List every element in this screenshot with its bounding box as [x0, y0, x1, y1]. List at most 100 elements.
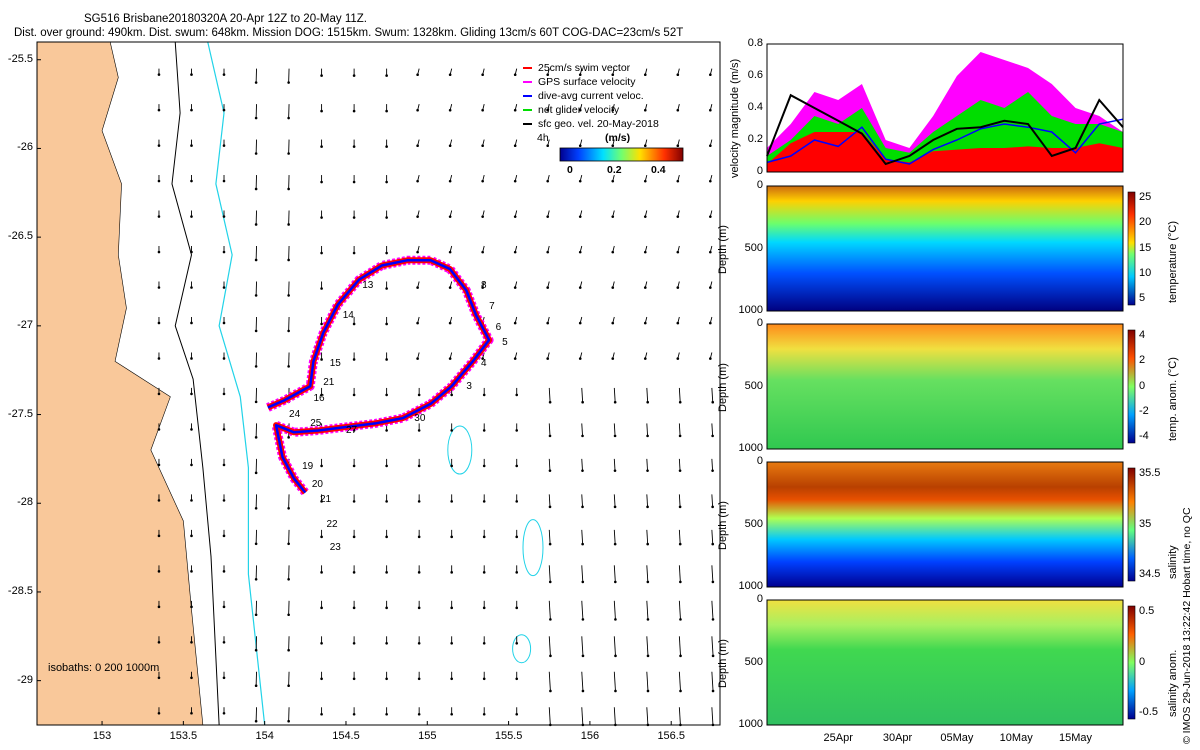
geo-arrow-head [352, 180, 356, 184]
geo-arrow-head [417, 535, 421, 539]
geo-arrow-head [385, 641, 388, 645]
date-tick-2: 05May [940, 732, 974, 744]
geo-arrow-head [385, 216, 388, 219]
track-label-0: 13 [362, 279, 374, 291]
geo-arrow-head [549, 689, 552, 693]
geo-arrow-head [581, 434, 584, 438]
geo-arrow-head [254, 152, 258, 155]
geo-arrow-head [448, 144, 452, 147]
geo-arrow-head [157, 321, 161, 325]
geo-arrow-head [481, 108, 484, 112]
velocity-ytick-3: 0.6 [747, 69, 763, 81]
depth-tick-1-1: 500 [744, 379, 763, 392]
geo-arrow-head [709, 321, 712, 325]
velocity-ytick-1: 0.2 [747, 133, 763, 145]
colorbar-tick-2-0: 35.5 [1139, 467, 1161, 479]
geo-arrow-head [222, 392, 226, 396]
legend-dac-swatch [523, 95, 532, 98]
geo-arrow-head [548, 469, 552, 472]
geo-arrow-head [450, 677, 453, 681]
geo-arrow-head [287, 436, 290, 439]
geo-arrow-head [254, 648, 258, 652]
geo-arrow-head [157, 711, 161, 715]
date-tick-4: 15May [1059, 732, 1093, 744]
geo-arrow-head [548, 580, 552, 584]
geo-arrow-head [711, 469, 714, 472]
colorbar-label-1: temp. anom. (°C) [1167, 357, 1179, 441]
geo-arrow-head [222, 321, 226, 325]
geo-arrow-head [222, 73, 226, 76]
track-label-2: 15 [329, 357, 341, 369]
geo-arrow-head [711, 580, 715, 584]
colorbar-3 [1127, 605, 1136, 720]
colorbar-2 [1127, 467, 1136, 582]
geo-arrow-head [190, 570, 193, 573]
legend-scale-tick-2: 0.4 [651, 164, 666, 176]
track-label-18: 22 [326, 519, 338, 531]
geo-arrow-head [643, 179, 647, 183]
geo-arrow-head [385, 571, 388, 574]
geo-arrow-head [482, 464, 486, 468]
geo-arrow-head [678, 542, 682, 546]
geo-arrow-head [222, 286, 226, 289]
geo-arrow-head [581, 580, 585, 584]
geo-arrow-head [678, 469, 682, 472]
geo-arrow-head [646, 505, 649, 509]
geo-arrow-head [320, 606, 323, 610]
geo-arrow-head [352, 109, 356, 113]
geo-arrow-head [352, 712, 356, 716]
geo-arrow-head [709, 250, 712, 254]
map-xtick-4: 155 [418, 730, 437, 742]
geo-arrow-head [548, 542, 552, 546]
geo-arrow-head [385, 606, 388, 610]
geo-arrow-head [611, 215, 615, 218]
geo-arrow-head [676, 179, 680, 183]
colorbar-label-0: temperature (°C) [1167, 220, 1179, 303]
map-ytick-6: -28.5 [7, 584, 33, 597]
geo-arrow-head [190, 711, 193, 715]
geo-arrow-head [190, 357, 193, 360]
geo-arrow-head [320, 180, 323, 184]
geo-arrow-head [417, 677, 421, 681]
geo-arrow-head [450, 571, 453, 574]
track-label-10: 4 [480, 357, 487, 369]
geo-arrow-head [676, 286, 680, 289]
geo-arrow-head [222, 215, 226, 218]
legend-swim-label: 25cm/s swim vector [538, 62, 631, 74]
geo-arrow-head [190, 144, 193, 147]
map-xtick-1: 153.5 [169, 730, 198, 742]
geo-arrow-head [157, 676, 161, 680]
depth-tick-0-2: 1000 [738, 304, 763, 316]
geo-arrow-head [287, 648, 290, 652]
geo-arrow-head [646, 654, 650, 658]
geo-arrow-head [611, 321, 615, 325]
geo-arrow-head [709, 179, 712, 183]
geo-arrow-head [448, 321, 452, 325]
geo-arrow-head [320, 109, 323, 113]
geo-arrow-head [450, 429, 453, 432]
geo-arrow-head [417, 393, 421, 397]
geo-arrow-head [157, 250, 161, 254]
geo-arrow-head [157, 463, 161, 467]
geo-arrow-head [711, 505, 714, 509]
geo-arrow-head [385, 500, 388, 503]
geo-arrow-head [709, 215, 712, 218]
geo-arrow-head [416, 108, 419, 112]
geo-arrow-head [581, 654, 585, 658]
map-xtick-7: 156.5 [657, 730, 685, 742]
legend-gps: GPS surface velocity [523, 76, 635, 88]
geo-arrow-head [513, 215, 517, 218]
geo-arrow-head [613, 434, 617, 438]
colorbar-tick-0-3: 10 [1139, 266, 1152, 279]
legend-swim-swatch [523, 67, 532, 70]
geo-arrow-head [352, 251, 356, 255]
geo-arrow-head [546, 286, 550, 289]
legend-scale-tick-1: 0.2 [607, 164, 622, 176]
geo-arrow-head [611, 286, 615, 289]
geo-arrow-head [254, 81, 258, 84]
geo-arrow-head [450, 641, 453, 645]
colorbar-tick-2-2: 34.5 [1139, 568, 1161, 580]
geo-arrow-head [320, 74, 323, 77]
geo-arrow-head [548, 400, 552, 404]
track-label-9: 3 [466, 380, 472, 392]
